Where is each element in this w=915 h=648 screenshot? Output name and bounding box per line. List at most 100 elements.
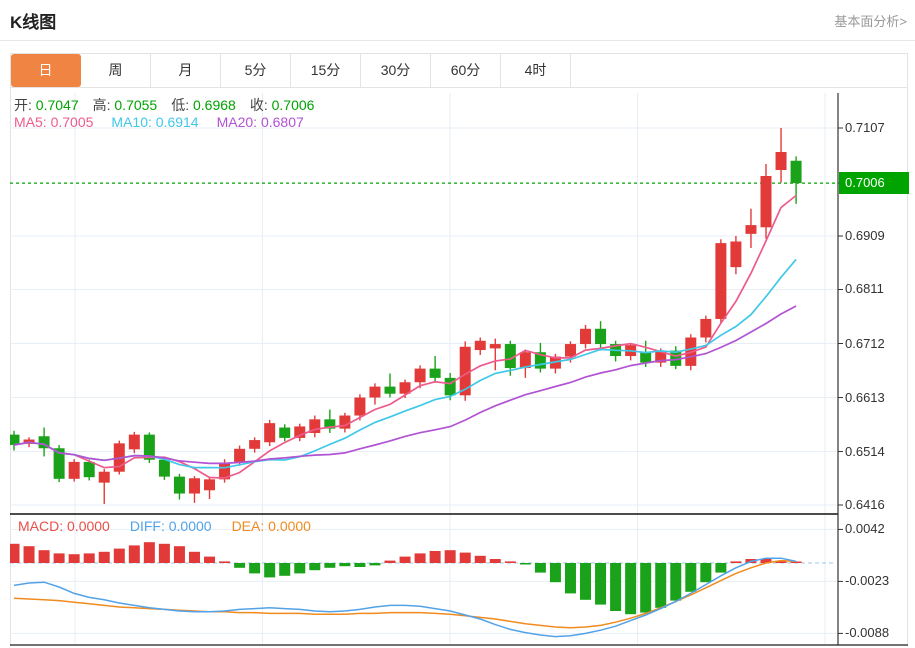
candle [775, 152, 787, 171]
fundamental-analysis-link[interactable]: 基本面分析> [834, 11, 907, 30]
price-axis-label: 0.6909 [845, 228, 885, 244]
candle [730, 241, 742, 268]
macd-bar [204, 556, 216, 563]
macd-bar [399, 556, 411, 563]
price-axis-label: 0.6514 [845, 443, 885, 459]
candle [234, 448, 246, 463]
macd-bar [339, 563, 351, 567]
macd-axis-label: -0.0088 [845, 625, 890, 641]
tab-strip-filler [571, 54, 907, 87]
candle [745, 225, 757, 234]
tab-15min[interactable]: 15分 [291, 54, 361, 87]
candle [474, 340, 486, 351]
macd-bar [264, 563, 276, 578]
price-axis-label: 0.6613 [845, 389, 885, 405]
tab-day[interactable]: 日 [11, 54, 81, 87]
macd-bar [354, 563, 366, 567]
price-axis-label: 0.6416 [845, 497, 885, 512]
tab-week[interactable]: 周 [81, 54, 151, 87]
candle [173, 476, 185, 494]
candle [158, 459, 170, 477]
macd-bar [143, 542, 155, 563]
macd-bar [444, 550, 456, 563]
macd-bar [98, 551, 110, 563]
macd-bar [595, 563, 607, 605]
candle [700, 318, 712, 338]
candle [459, 346, 471, 396]
macd-bar [234, 563, 246, 568]
macd-bar [474, 555, 486, 563]
macd-bar [414, 553, 426, 563]
macd-bar [655, 563, 667, 608]
macd-axis-label: 0.0042 [845, 521, 885, 537]
kline-chart[interactable] [10, 88, 908, 648]
candle [98, 471, 110, 483]
macd-bar [670, 563, 682, 601]
macd-bar [23, 546, 35, 563]
candle [414, 368, 426, 383]
macd-bar [324, 563, 336, 568]
macd-axis-label: -0.0023 [845, 573, 890, 589]
macd-bar [640, 563, 652, 613]
macd-bar [700, 563, 712, 583]
candle [489, 344, 501, 349]
macd-bar [625, 563, 637, 615]
title-divider [0, 40, 915, 41]
candle [790, 160, 802, 184]
macd-bar [384, 560, 396, 563]
candle [354, 397, 366, 416]
macd-bar [279, 563, 291, 576]
price-axis-label: 0.6712 [845, 335, 885, 351]
tab-month[interactable]: 月 [151, 54, 221, 87]
macd-bar [38, 550, 50, 563]
candle [564, 344, 576, 357]
macd-bar [369, 563, 381, 566]
candle [715, 243, 727, 319]
candle [640, 352, 652, 363]
candle [83, 461, 95, 478]
macd-bar [534, 563, 546, 573]
candle [580, 328, 592, 345]
period-tab-strip: 日周月 5分 15分 30分 60分 4时 [10, 53, 908, 88]
tab-30min[interactable]: 30分 [361, 54, 431, 87]
candle [384, 386, 396, 394]
macd-bar [309, 563, 321, 571]
macd-bar [83, 553, 95, 563]
candle [249, 440, 261, 449]
tab-4hour[interactable]: 4时 [501, 54, 571, 87]
candle [188, 478, 200, 494]
macd-bar [10, 543, 20, 563]
macd-bar [249, 563, 261, 574]
macd-bar [68, 554, 80, 563]
macd-bar [219, 561, 231, 563]
macd-bar [580, 563, 592, 600]
candle [68, 461, 80, 479]
macd-bar [564, 563, 576, 594]
macd-bar [113, 548, 125, 563]
macd-bar [685, 563, 697, 592]
macd-bar [610, 563, 622, 611]
candle [429, 368, 441, 378]
candle [595, 328, 607, 345]
macd-bar [730, 561, 742, 563]
macd-bar [549, 563, 561, 583]
macd-bar [504, 561, 516, 563]
candle [204, 479, 216, 491]
candle [264, 423, 276, 443]
candle [369, 386, 381, 398]
macd-bar [519, 563, 531, 565]
macd-bar [173, 546, 185, 563]
macd-bar [158, 543, 170, 563]
candle [760, 176, 772, 228]
macd-bar [489, 559, 501, 563]
price-axis-label: 0.6811 [845, 281, 884, 297]
macd-bar [715, 563, 727, 573]
macd-bar [188, 551, 200, 563]
page-title: K线图 [10, 13, 57, 32]
macd-bar [429, 551, 441, 563]
tab-5min[interactable]: 5分 [221, 54, 291, 87]
macd-bar [294, 563, 306, 574]
tab-60min[interactable]: 60分 [431, 54, 501, 87]
macd-bar [128, 545, 140, 563]
current-price-label: 0.7006 [839, 172, 909, 195]
